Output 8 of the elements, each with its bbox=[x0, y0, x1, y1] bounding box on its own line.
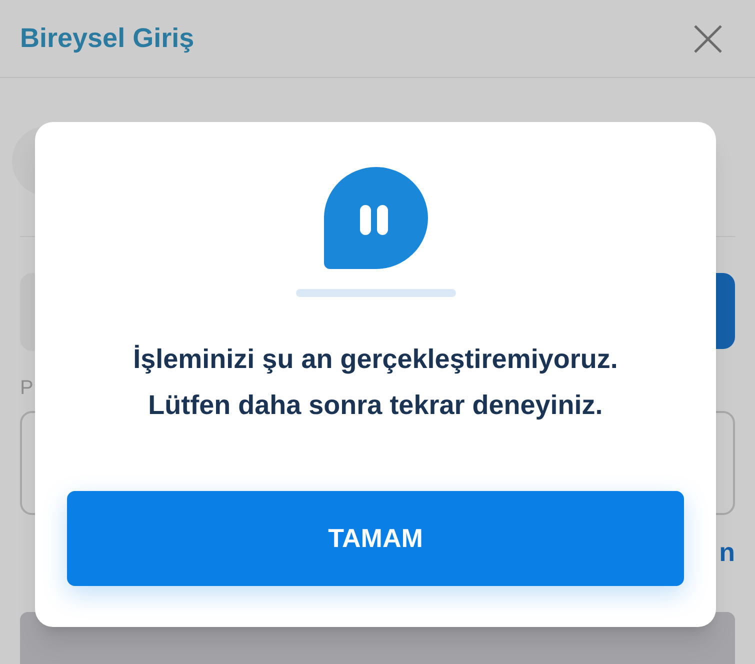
link-text[interactable]: n bbox=[719, 533, 735, 572]
close-icon[interactable] bbox=[693, 24, 723, 54]
ok-button[interactable]: TAMAM bbox=[67, 491, 684, 586]
error-message: Lütfen daha sonra tekrar deneyiniz. bbox=[148, 389, 603, 422]
page-title: Bireysel Giriş bbox=[20, 22, 194, 56]
error-message: İşleminizi şu an gerçekleştiremiyoruz. bbox=[133, 343, 618, 376]
field-label: P bbox=[20, 376, 34, 401]
pause-bubble-icon bbox=[324, 167, 428, 269]
